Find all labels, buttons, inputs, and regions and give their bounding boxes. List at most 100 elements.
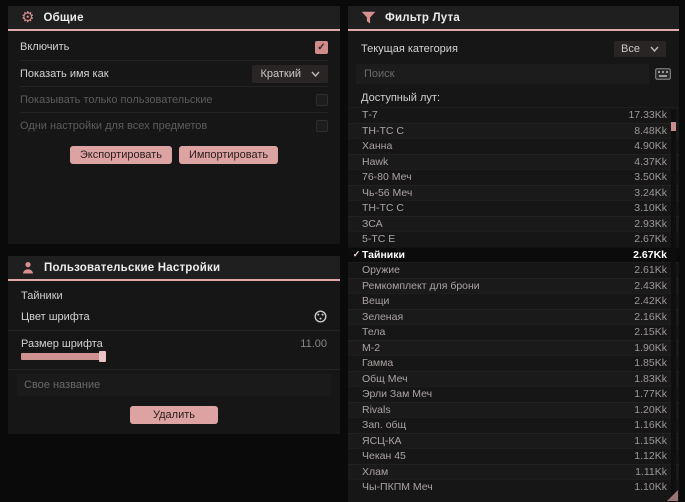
font-size-row: Размер шрифта 11.00 bbox=[8, 333, 340, 352]
loot-item-row[interactable]: М-2 1.90Kk bbox=[348, 340, 679, 356]
loot-item-row[interactable]: Вещи 2.42Kk bbox=[348, 293, 679, 309]
chevron-down-icon bbox=[650, 46, 659, 52]
loot-item-row[interactable]: ТН-ТС С 8.48Kk bbox=[348, 123, 679, 139]
loot-item-name: Эрли Зам Меч bbox=[362, 388, 433, 401]
general-panel: ⚙ Общие Включить ✓ Показать имя как Крат… bbox=[8, 6, 340, 244]
loot-item-value: 1.77Kk bbox=[634, 388, 667, 401]
loot-item-name: Rivals bbox=[362, 403, 391, 416]
available-loot-label: Доступный лут: bbox=[361, 92, 441, 104]
font-color-row[interactable]: Цвет шрифта bbox=[8, 305, 340, 328]
loot-item-name: Hawk bbox=[362, 155, 389, 168]
loot-item-row[interactable]: ЗСА 2.93Kk bbox=[348, 216, 679, 232]
loot-item-row[interactable]: 76-80 Меч 3.50Kk bbox=[348, 169, 679, 185]
loot-list-scrollbar[interactable] bbox=[671, 110, 676, 499]
keyboard-icon[interactable] bbox=[655, 68, 671, 80]
loot-item-value: 4.90Kk bbox=[634, 140, 667, 153]
import-button[interactable]: Импортировать bbox=[178, 146, 279, 164]
loot-item-name: ЗСА bbox=[362, 217, 383, 230]
divider bbox=[8, 330, 340, 331]
user-settings-panel: Пользовательские Настройки Тайники Цвет … bbox=[8, 256, 340, 434]
loot-item-value: 3.50Kk bbox=[634, 171, 667, 184]
loot-item-row[interactable]: ✓ Тайники 2.67Kk bbox=[348, 246, 679, 262]
enable-checkbox[interactable]: ✓ bbox=[315, 40, 328, 54]
show-name-as-row: Показать имя как Краткий bbox=[20, 60, 328, 86]
loot-item-value: 3.10Kk bbox=[634, 202, 667, 215]
loot-item-row[interactable]: Оружие 2.61Kk bbox=[348, 262, 679, 278]
loot-item-name: Т-7 bbox=[362, 109, 378, 122]
loot-item-value: 1.20Kk bbox=[634, 403, 667, 416]
loot-item-name: Зап. общ bbox=[362, 419, 407, 432]
same-settings-row: Одни настройки для всех предметов bbox=[20, 112, 328, 138]
loot-item-row[interactable]: Hawk 4.37Kk bbox=[348, 154, 679, 170]
loot-item-name: Хлам bbox=[362, 465, 389, 478]
loot-item-value: 1.16Kk bbox=[634, 419, 667, 432]
loot-item-row[interactable]: Чы-ПКПМ Меч 1.10Kk bbox=[348, 479, 679, 495]
font-size-label: Размер шрифта bbox=[21, 338, 103, 350]
general-panel-title: Общие bbox=[43, 11, 84, 24]
loot-item-name: Ханна bbox=[362, 140, 393, 153]
loot-item-value: 1.11Kk bbox=[635, 465, 667, 478]
loot-item-value: 2.61Kk bbox=[634, 264, 667, 277]
loot-item-value: 1.85Kk bbox=[634, 357, 667, 370]
loot-item-name: 5-ТС Е bbox=[362, 233, 396, 246]
loot-item-value: 3.24Kk bbox=[634, 186, 667, 199]
loot-item-name: ТН-ТС С bbox=[362, 202, 404, 215]
show-only-custom-label: Показывать только пользовательские bbox=[20, 93, 213, 106]
loot-item-row[interactable]: Ханна 4.90Kk bbox=[348, 138, 679, 154]
divider bbox=[8, 369, 340, 370]
font-size-slider[interactable] bbox=[21, 351, 106, 362]
loot-item-row[interactable]: 5-ТС Е 2.67Kk bbox=[348, 231, 679, 247]
font-size-value: 11.00 bbox=[300, 338, 327, 350]
right-column: Фильтр Лута Текущая категория Все Доступ… bbox=[348, 6, 679, 502]
category-combo-value: Все bbox=[621, 42, 640, 55]
loot-item-row[interactable]: Чекан 45 1.12Kk bbox=[348, 448, 679, 464]
category-combo[interactable]: Все bbox=[614, 40, 666, 57]
loot-item-row[interactable]: Зеленая 2.16Kk bbox=[348, 309, 679, 325]
loot-item-row[interactable]: Т-7 17.33Kk bbox=[348, 107, 679, 123]
loot-item-value: 2.67Kk bbox=[633, 248, 667, 261]
scrollbar-thumb[interactable] bbox=[671, 122, 676, 131]
loot-item-row[interactable]: ЯСЦ-КА 1.15Kk bbox=[348, 433, 679, 449]
gear-icon: ⚙ bbox=[21, 9, 35, 26]
loot-item-row[interactable]: Тела 2.15Kk bbox=[348, 324, 679, 340]
loot-item-value: 1.12Kk bbox=[634, 450, 667, 463]
same-settings-label: Одни настройки для всех предметов bbox=[20, 119, 208, 132]
delete-button[interactable]: Удалить bbox=[130, 406, 218, 424]
loot-item-value: 2.16Kk bbox=[634, 310, 667, 323]
current-category-row: Текущая категория Все bbox=[361, 38, 666, 59]
check-icon: ✓ bbox=[352, 249, 361, 260]
loot-item-row[interactable]: Зап. общ 1.16Kk bbox=[348, 417, 679, 433]
loot-item-name: Чь-56 Меч bbox=[362, 186, 413, 199]
loot-item-value: 2.67Kk bbox=[634, 233, 667, 246]
general-buttons-row: Экспортировать Импортировать bbox=[20, 138, 328, 164]
loot-filter-panel: Фильтр Лута Текущая категория Все Доступ… bbox=[348, 6, 679, 502]
loot-item-name: Тайники bbox=[362, 248, 405, 261]
loot-item-value: 1.90Kk bbox=[634, 341, 667, 354]
show-name-as-combo[interactable]: Краткий bbox=[252, 64, 328, 83]
current-category-label: Текущая категория bbox=[361, 42, 458, 55]
loot-item-name: Зеленая bbox=[362, 310, 404, 323]
palette-icon[interactable] bbox=[314, 310, 327, 323]
search-input[interactable] bbox=[356, 64, 649, 84]
custom-name-input[interactable] bbox=[17, 374, 331, 396]
loot-item-value: 2.93Kk bbox=[634, 217, 667, 230]
user-settings-title: Пользовательские Настройки bbox=[44, 261, 221, 274]
loot-item-row[interactable]: Чь-56 Меч 3.24Kk bbox=[348, 185, 679, 201]
loot-item-row[interactable]: Общ Меч 1.83Kk bbox=[348, 371, 679, 387]
loot-item-name: Общ Меч bbox=[362, 372, 408, 385]
loot-filter-header: Фильтр Лута bbox=[348, 6, 679, 31]
loot-list: Т-7 17.33Kk ТН-ТС С 8.48Kk Ханна 4.90Kk … bbox=[348, 107, 679, 495]
loot-item-row[interactable]: ТН-ТС С 3.10Kk bbox=[348, 200, 679, 216]
loot-item-row[interactable]: Ремкомплект для брони 2.43Kk bbox=[348, 278, 679, 294]
enable-setting-row: Включить ✓ bbox=[20, 34, 328, 60]
export-button[interactable]: Экспортировать bbox=[69, 146, 172, 164]
loot-item-row[interactable]: Rivals 1.20Kk bbox=[348, 402, 679, 418]
loot-item-row[interactable]: Хлам 1.11Kk bbox=[348, 464, 679, 480]
loot-item-value: 2.42Kk bbox=[634, 295, 667, 308]
funnel-icon bbox=[361, 11, 376, 24]
slider-handle[interactable] bbox=[99, 351, 106, 362]
loot-item-row[interactable]: Гамма 1.85Kk bbox=[348, 355, 679, 371]
loot-item-row[interactable]: Эрли Зам Меч 1.77Kk bbox=[348, 386, 679, 402]
loot-item-name: Гамма bbox=[362, 357, 394, 370]
resize-grip-icon[interactable] bbox=[667, 490, 678, 501]
